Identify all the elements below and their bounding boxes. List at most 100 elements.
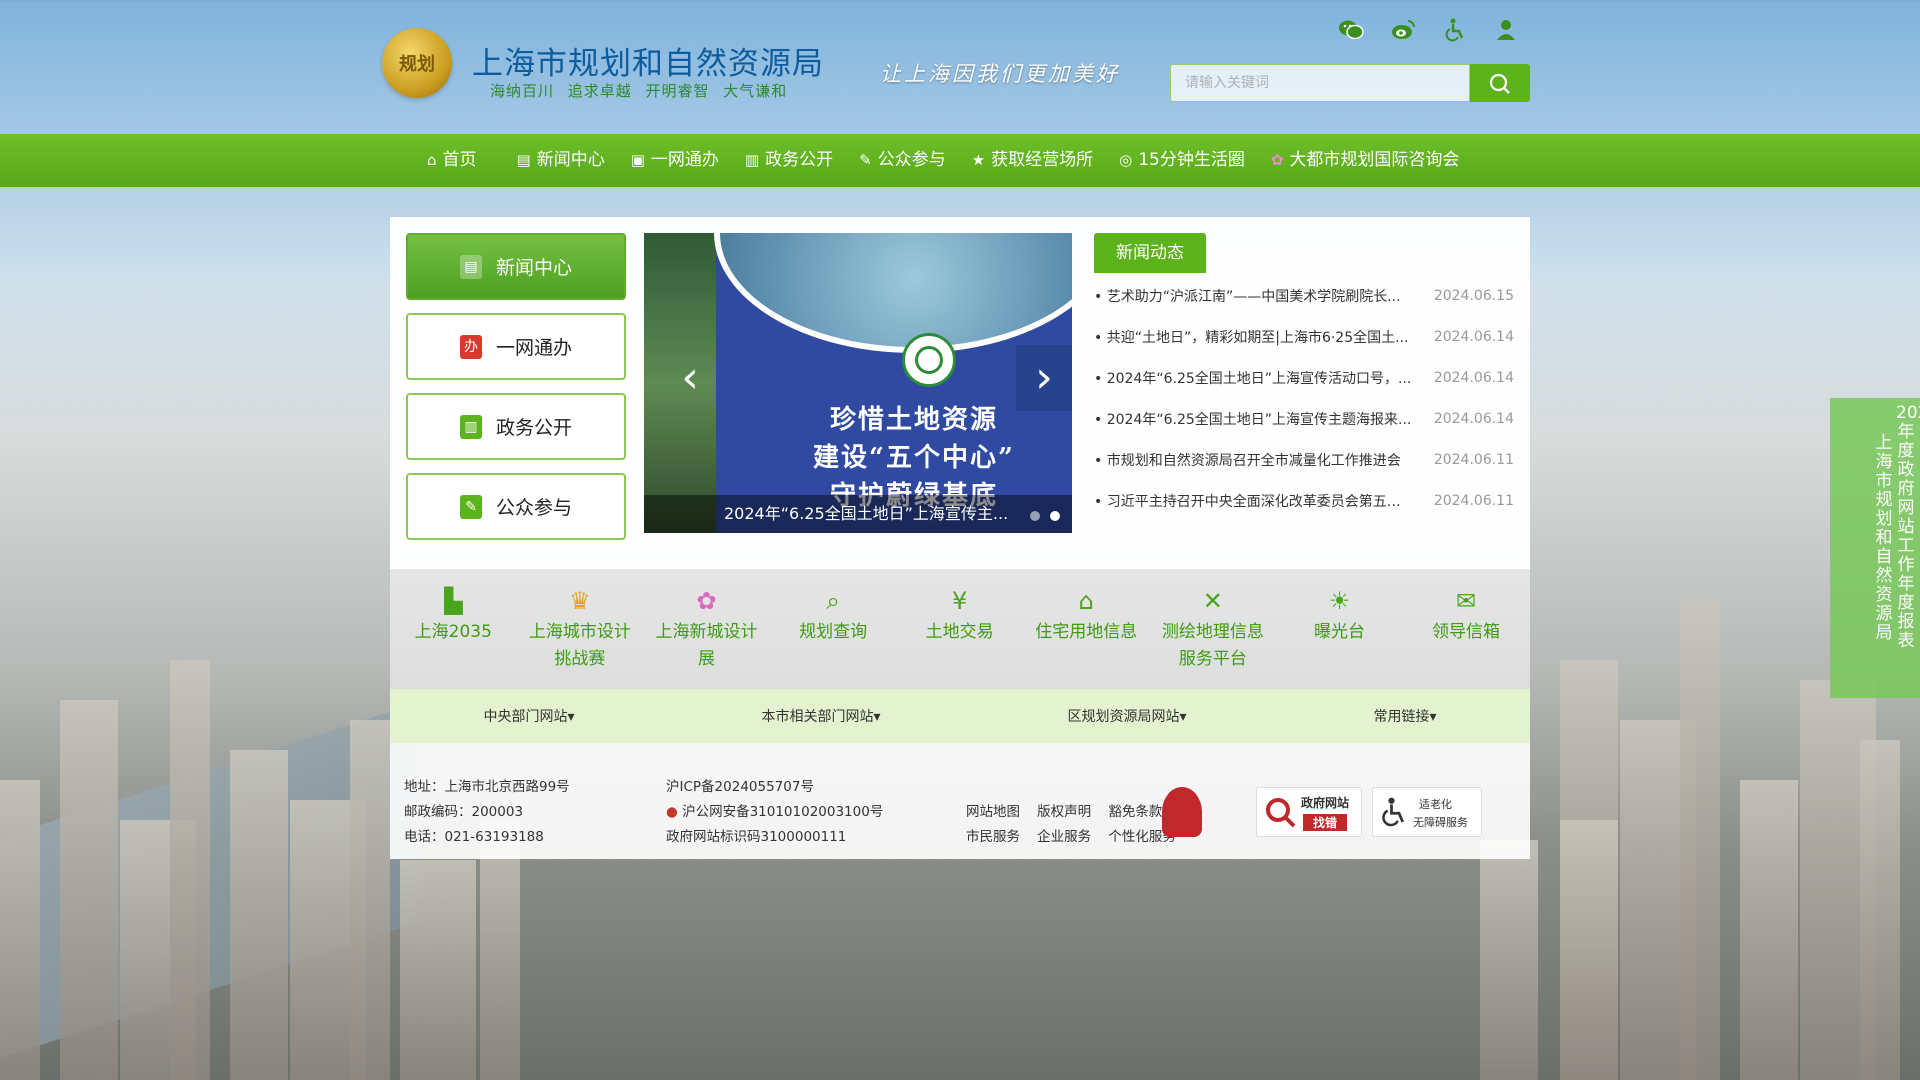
party-gov-badge-icon[interactable] <box>1162 787 1202 837</box>
list-item[interactable]: • 市规划和自然资源局召开全市减量化工作推进会 2024.06.11 <box>1094 439 1514 480</box>
footer-link-sitemap[interactable]: 网站地图 <box>966 804 1020 820</box>
city-design-icon: ♛ <box>569 587 591 615</box>
news-title: • 2024年“6.25全国土地日”上海宣传活动口号，... <box>1094 370 1412 387</box>
carousel-dot-active[interactable] <box>1050 511 1060 521</box>
slogan: 让上海因我们更加美好 <box>880 62 1120 86</box>
carousel-next-arrow-icon[interactable]: › <box>1016 345 1072 411</box>
dropdown-central-sites[interactable]: 中央部门网站▾ <box>483 706 574 726</box>
footer-link-copyright[interactable]: 版权声明 <box>1037 804 1091 820</box>
main-nav: ⌂ 首页 ▤ 新闻中心 ▣ 一网通办 ▥ 政务公开 ✎ 公众参与 ★ 获取经营场所 ◎ 15分… <box>0 134 1920 187</box>
quick-link-exposure[interactable]: ☀ 曝光台 <box>1276 569 1403 689</box>
link-bar: 中央部门网站▾ 本市相关部门网站▾ 区规划资源局网站▾ 常用链接▾ <box>390 689 1530 743</box>
headline-line-2: 建设“五个中心” <box>813 443 1015 473</box>
quick-links: ▙ 上海2035 ♛ 上海城市设计 挑战赛 ✿ 上海新城设计展 ⌕ 规划查询 ¥ 土地交易 … <box>390 569 1530 689</box>
dropdown-district-sites[interactable]: 区规划资源局网站▾ <box>1067 706 1186 726</box>
quick-link-shanghai2035[interactable]: ▙ 上海2035 <box>390 569 517 689</box>
quick-link-newtown-expo[interactable]: ✿ 上海新城设计展 <box>643 569 770 689</box>
caret-down-icon: ▾ <box>567 709 575 725</box>
accessibility-icon[interactable] <box>1442 18 1468 44</box>
nav-item-15min[interactable]: ◎ 15分钟生活圈 <box>1106 134 1258 187</box>
search-input[interactable]: 请输入关键词 <box>1170 64 1470 102</box>
weibo-icon[interactable] <box>1390 18 1416 44</box>
float-text-col1: 上海市规划和自然资源局 <box>1875 433 1893 643</box>
house-icon: ⌂ <box>1078 587 1094 615</box>
site-title[interactable]: 上海市规划和自然资源局 <box>472 38 824 83</box>
quick-link-label: 上海城市设计 <box>528 622 631 642</box>
search-icon <box>1489 73 1510 94</box>
list-item[interactable]: • 习近平主持召开中央全面深化改革委员会第五次... 2024.06.11 <box>1094 480 1514 521</box>
footer-gov-id: 政府网站标识码3100000111 <box>666 829 847 845</box>
background-building <box>1800 680 1876 1080</box>
nav-item-business[interactable]: ★ 获取经营场所 <box>959 134 1106 187</box>
quick-link-label: 上海2035 <box>414 622 492 642</box>
accessibility-service-badge[interactable]: 适老化 无障碍服务 <box>1372 787 1482 837</box>
news-carousel[interactable]: 珍惜土地资源 建设“五个中心” 守护蔚绿基底 2024年“6.25全国土地日”上… <box>644 233 1072 533</box>
sidebar-item-gov[interactable]: ▥ 政务公开 <box>406 393 626 460</box>
survey-icon: ✕ <box>1202 587 1223 615</box>
list-item[interactable]: • 共迎“土地日”，精彩如期至|上海市6·25全国土... 2024.06.14 <box>1094 316 1514 357</box>
quick-link-survey-platform[interactable]: ✕ 测绘地理信息 服务平台 <box>1150 569 1277 689</box>
carousel-prev-arrow-icon[interactable]: ‹ <box>662 345 718 411</box>
flower-icon: ✿ <box>696 587 717 615</box>
sidebar-item-news[interactable]: ▤ 新闻中心 <box>406 233 626 300</box>
site-emblem[interactable]: 规划 <box>382 28 452 98</box>
building-icon: ▙ <box>444 587 463 615</box>
caret-down-icon: ▾ <box>873 709 881 725</box>
quick-link-design-challenge[interactable]: ♛ 上海城市设计 挑战赛 <box>517 569 644 689</box>
user-icon[interactable] <box>1494 18 1520 44</box>
news-date: 2024.06.14 <box>1433 369 1514 386</box>
footer-links: 网站地图 版权声明 豁免条款 市民服务 企业服务 个性化服务 <box>966 800 1176 850</box>
quick-link-label2: 服务平台 <box>1178 649 1247 669</box>
sidebar-item-public[interactable]: ✎ 公众参与 <box>406 473 626 540</box>
float-text-col2: 2023年度政府网站工作年度报表 <box>1896 403 1920 651</box>
footer-link-enterprise[interactable]: 企业服务 <box>1037 829 1091 845</box>
quick-link-label: 领导信箱 <box>1432 622 1501 642</box>
nav-label: 15分钟生活圈 <box>1138 150 1245 170</box>
quick-link-residential-land[interactable]: ⌂ 住宅用地信息 <box>1023 569 1150 689</box>
search-doc-icon: ⌕ <box>826 587 840 615</box>
quick-link-mailbox[interactable]: ✉ 领导信箱 <box>1403 569 1530 689</box>
footer-icp[interactable]: 沪ICP备2024055707号 <box>666 775 883 800</box>
document-icon: ▤ <box>516 151 531 169</box>
police-badge-icon: ● <box>666 804 678 820</box>
quick-link-land-trade[interactable]: ¥ 土地交易 <box>896 569 1023 689</box>
news-date: 2024.06.11 <box>1433 451 1514 468</box>
sidebar-item-service[interactable]: 办 一网通办 <box>406 313 626 380</box>
sidebar-item-label: 一网通办 <box>495 337 572 359</box>
nav-item-news[interactable]: ▤ 新闻中心 <box>504 134 618 187</box>
dropdown-common-links[interactable]: 常用链接▾ <box>1373 706 1436 726</box>
list-item[interactable]: • 2024年“6.25全国土地日”上海宣传主题海报来... 2024.06.14 <box>1094 398 1514 439</box>
footer-link-citizen[interactable]: 市民服务 <box>966 829 1020 845</box>
nav-item-home[interactable]: ⌂ 首页 <box>414 134 490 187</box>
nav-item-consult[interactable]: ✿ 大都市规划国际咨询会 <box>1258 134 1473 187</box>
nav-label: 一网通办 <box>650 150 719 170</box>
wheelchair-icon <box>1382 797 1405 827</box>
wechat-icon[interactable] <box>1338 18 1364 44</box>
footer: 地址：上海市北京西路99号 邮政编码：200003 电话：021-6319318… <box>390 743 1530 859</box>
footer-link-disclaimer[interactable]: 豁免条款 <box>1108 804 1162 820</box>
annual-report-float[interactable]: 上海市规划和自然资源局 2023年度政府网站工作年度报表 <box>1830 398 1920 698</box>
news-title: • 习近平主持召开中央全面深化改革委员会第五次... <box>1094 493 1414 510</box>
tab-news-updates[interactable]: 新闻动态 <box>1094 233 1206 273</box>
list-item[interactable]: • 2024年“6.25全国土地日”上海宣传活动口号，... 2024.06.14 <box>1094 357 1514 398</box>
quick-link-plan-query[interactable]: ⌕ 规划查询 <box>770 569 897 689</box>
yuan-icon: ¥ <box>952 587 968 615</box>
background-building <box>480 820 520 1080</box>
carousel-caption[interactable]: 2024年“6.25全国土地日”上海宣传主... <box>644 495 1072 533</box>
dropdown-city-sites[interactable]: 本市相关部门网站▾ <box>761 706 880 726</box>
caret-down-icon: ▾ <box>1429 709 1437 725</box>
nav-label: 大都市规划国际咨询会 <box>1289 150 1460 170</box>
footer-police[interactable]: ● 沪公网安备31010102003100号 <box>666 800 883 825</box>
news-date: 2024.06.15 <box>1433 287 1514 304</box>
nav-item-gov[interactable]: ▥ 政务公开 <box>732 134 846 187</box>
nav-item-service[interactable]: ▣ 一网通办 <box>618 134 732 187</box>
search-button[interactable] <box>1470 64 1530 102</box>
participate-icon: ✎ <box>459 494 482 519</box>
nav-label: 首页 <box>442 150 477 170</box>
list-item[interactable]: • 艺术助力“沪派江南”——中国美术学院刷院长... 2024.06.15 <box>1094 275 1514 316</box>
nav-item-public[interactable]: ✎ 公众参与 <box>846 134 959 187</box>
carousel-dot[interactable] <box>1030 511 1040 521</box>
quick-link-label: 测绘地理信息 <box>1161 622 1264 642</box>
gov-site-error-report-badge[interactable]: 政府网站 找错 <box>1256 787 1362 837</box>
file-icon: ▥ <box>744 151 760 169</box>
